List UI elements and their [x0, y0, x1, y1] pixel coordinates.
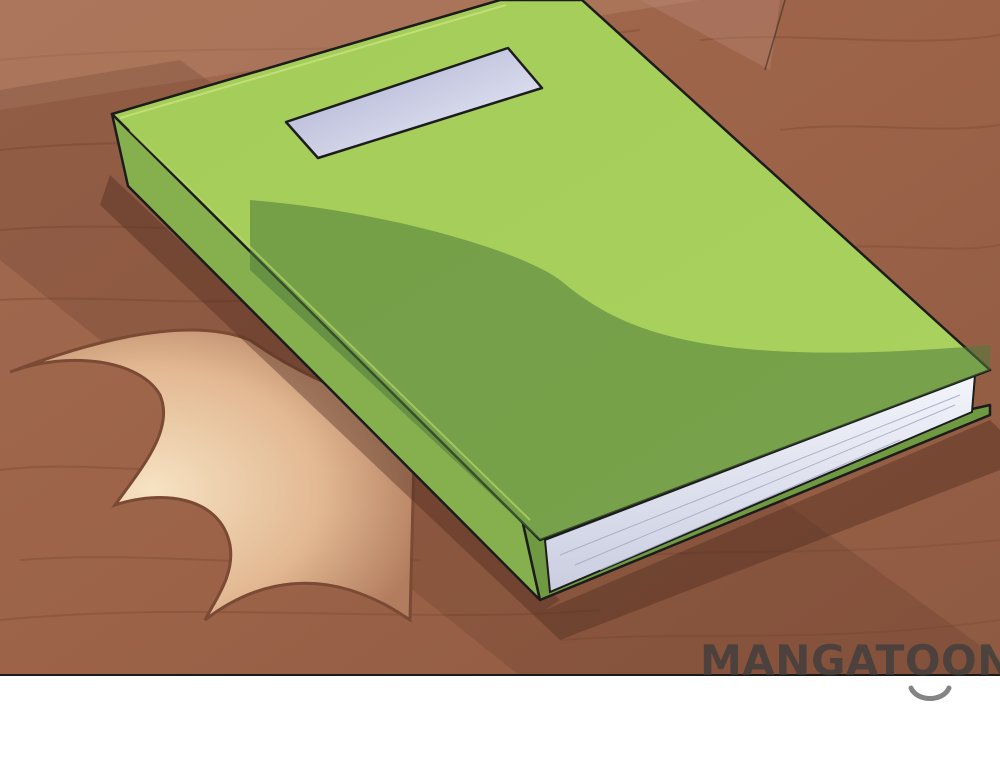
panel-gutter	[0, 677, 1000, 758]
watermark-smile-icon	[908, 685, 952, 701]
watermark-text: MANGATOON	[700, 636, 1000, 685]
